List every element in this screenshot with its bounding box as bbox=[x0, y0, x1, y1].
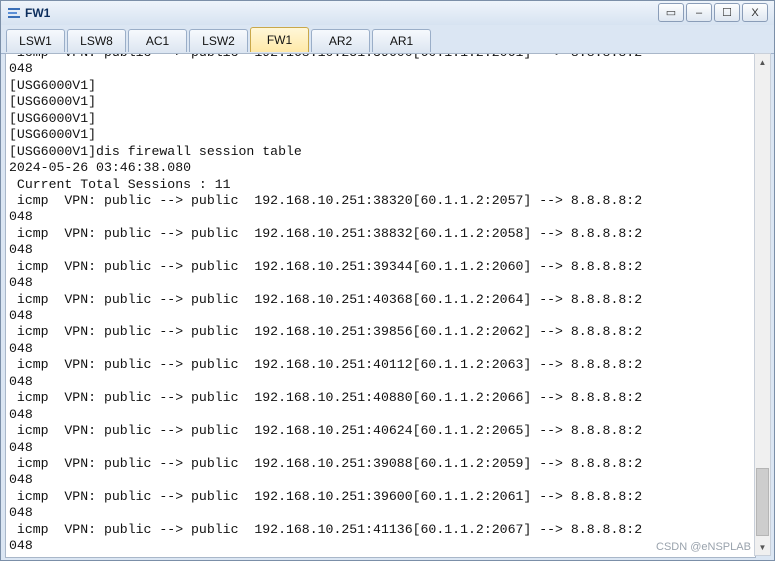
console-line: 048 bbox=[9, 505, 33, 521]
console-line: icmp VPN: public --> public 192.168.10.2… bbox=[9, 455, 643, 471]
tab-lsw1[interactable]: LSW1 bbox=[6, 29, 65, 52]
tab-fw1[interactable]: FW1 bbox=[250, 27, 309, 52]
console-line: icmp VPN: public --> public 192.168.10.2… bbox=[9, 225, 643, 241]
console-line: 048 bbox=[9, 472, 33, 488]
minimize-button[interactable]: – bbox=[686, 3, 712, 22]
console-line: icmp VPN: public --> public 192.168.10.2… bbox=[9, 390, 643, 406]
console-line: 048 bbox=[9, 308, 33, 323]
device-tabs: LSW1 LSW8 AC1 LSW2 FW1 AR2 AR1 bbox=[1, 27, 774, 54]
window-title: FW1 bbox=[25, 6, 51, 20]
console-line: 048 bbox=[9, 406, 33, 422]
console-line: icmp VPN: public --> public 192.168.10.2… bbox=[9, 291, 643, 307]
app-icon bbox=[8, 8, 20, 18]
console-line: [USG6000V1] bbox=[9, 110, 97, 126]
console-line: icmp VPN: public --> public 192.168.10.2… bbox=[9, 488, 643, 504]
scroll-thumb[interactable] bbox=[756, 468, 769, 536]
console-line: 048 bbox=[9, 439, 33, 455]
restore-button[interactable]: ▭ bbox=[658, 3, 684, 22]
console-line: icmp VPN: public --> public 192.168.10.2… bbox=[9, 357, 643, 373]
console-output[interactable]: icmp VPN: public --> public 192.168.10.2… bbox=[5, 53, 756, 558]
console-line: 048 bbox=[9, 242, 33, 258]
console-line: [USG6000V1] bbox=[9, 94, 97, 110]
console-line: 048 bbox=[9, 373, 33, 389]
console-line: 2024-05-26 03:46:38.080 bbox=[9, 160, 192, 176]
close-button[interactable]: X bbox=[742, 3, 768, 22]
scroll-down-icon[interactable]: ▼ bbox=[755, 539, 770, 555]
console-line: icmp VPN: public --> public 192.168.10.2… bbox=[9, 423, 643, 439]
console-line: icmp VPN: public --> public 192.168.10.2… bbox=[9, 192, 643, 208]
console-line: 048 bbox=[9, 61, 33, 77]
console-line: [USG6000V1]dis firewall session table bbox=[9, 143, 302, 159]
console-line: 048 bbox=[9, 209, 33, 225]
tab-ar2[interactable]: AR2 bbox=[311, 29, 370, 52]
scroll-up-icon[interactable]: ▲ bbox=[755, 54, 770, 70]
console-line: icmp VPN: public --> public 192.168.10.2… bbox=[9, 521, 643, 537]
console-line: icmp VPN: public --> public 192.168.10.2… bbox=[9, 324, 643, 340]
console-line: 048 bbox=[9, 538, 33, 554]
console-line: Current Total Sessions : 11 bbox=[9, 176, 231, 192]
console-line: 048 bbox=[9, 340, 33, 356]
tab-ar1[interactable]: AR1 bbox=[372, 29, 431, 52]
console-line: 048 bbox=[9, 275, 33, 291]
console-line: icmp VPN: public --> public 192.168.10.2… bbox=[9, 54, 642, 61]
tab-lsw2[interactable]: LSW2 bbox=[189, 29, 248, 52]
watermark: CSDN @eNSPLAB bbox=[656, 541, 751, 553]
maximize-button[interactable]: ☐ bbox=[714, 3, 740, 22]
window-controls: ▭ – ☐ X bbox=[658, 3, 768, 22]
tab-ac1[interactable]: AC1 bbox=[128, 29, 187, 52]
title-bar[interactable]: FW1 ▭ – ☐ X bbox=[1, 1, 774, 25]
vertical-scrollbar[interactable]: ▲ ▼ bbox=[754, 53, 771, 556]
console-line: [USG6000V1] bbox=[9, 77, 97, 93]
console-lines: icmp VPN: public --> public 192.168.10.2… bbox=[9, 54, 643, 555]
console-line: icmp VPN: public --> public 192.168.10.2… bbox=[9, 258, 643, 274]
console-line: [USG6000V1] bbox=[9, 127, 97, 143]
tab-lsw8[interactable]: LSW8 bbox=[67, 29, 126, 52]
